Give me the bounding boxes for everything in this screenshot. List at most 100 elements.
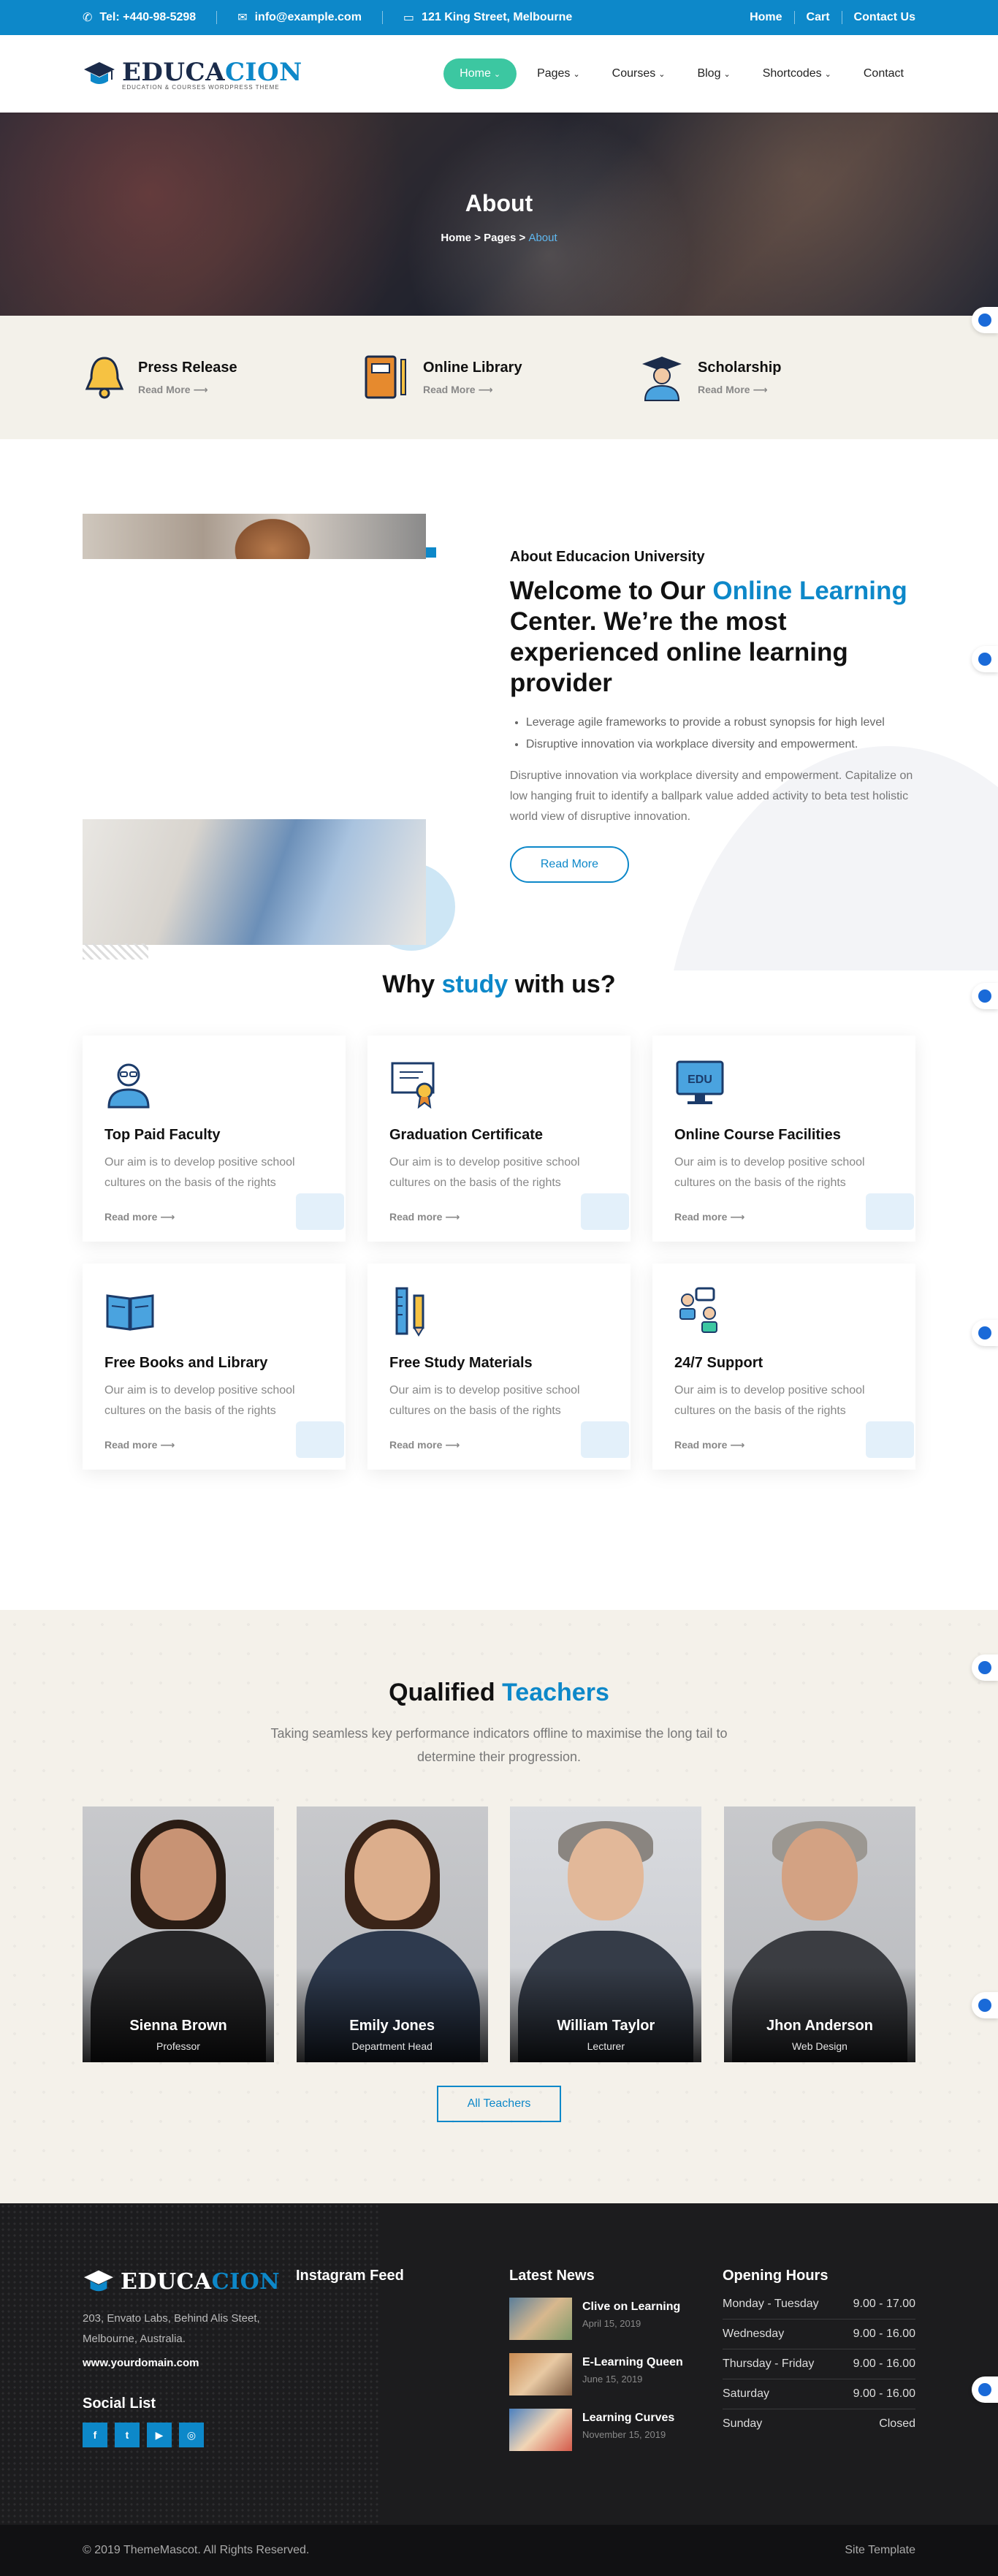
- divider: [793, 11, 795, 24]
- read-more-link[interactable]: Read more ⟶: [104, 1211, 324, 1223]
- top-bar: ✆ Tel: +440-98-5298 ✉ info@example.com ▭…: [0, 0, 998, 35]
- teacher-card[interactable]: Emily Jones Department Head: [296, 1806, 488, 2062]
- nav-item-home[interactable]: Home ⌄: [443, 58, 517, 89]
- news-thumbnail: [509, 2353, 572, 2395]
- email-contact[interactable]: ✉ info@example.com: [237, 10, 362, 25]
- envelope-icon: ✉: [237, 12, 248, 24]
- feature-title: Press Release: [138, 359, 237, 376]
- teacher-role: Department Head: [351, 2040, 433, 2052]
- footer-logo[interactable]: EDUCACION: [83, 2268, 296, 2295]
- news-item[interactable]: Learning Curves November 15, 2019: [509, 2409, 723, 2451]
- breadcrumb-home[interactable]: Home: [441, 232, 471, 244]
- feature-card: Top Paid Faculty Our aim is to develop p…: [83, 1036, 346, 1242]
- card-text: Our aim is to develop positive school cu…: [674, 1156, 865, 1189]
- topbar-link-cart[interactable]: Cart: [807, 11, 830, 24]
- teacher-name: Emily Jones: [349, 2018, 435, 2034]
- hours-row: Sunday Closed: [723, 2417, 915, 2430]
- teacher-card[interactable]: Jhon Anderson Web Design: [723, 1806, 915, 2062]
- divider: [216, 11, 218, 24]
- arrow-right-icon: ⟶: [730, 1211, 745, 1223]
- nav-item-contact[interactable]: Contact: [852, 58, 915, 89]
- section-subtitle: Taking seamless key performance indicato…: [270, 1726, 728, 1764]
- logo-text-b: CION: [225, 57, 302, 87]
- floating-chat-icon[interactable]: [972, 1992, 998, 2018]
- news-title: Clive on Learning: [582, 2300, 681, 2313]
- news-thumbnail: [509, 2409, 572, 2451]
- footer-website-link[interactable]: www.yourdomain.com: [83, 2357, 296, 2369]
- book-watermark-icon: [581, 1421, 629, 1458]
- news-item[interactable]: Clive on Learning April 15, 2019: [509, 2298, 723, 2340]
- topbar-link-home[interactable]: Home: [750, 11, 782, 24]
- news-thumbnail: [509, 2298, 572, 2340]
- read-more-link[interactable]: Read more ⟶: [674, 1211, 894, 1223]
- footer-address: 203, Envato Labs, Behind Alis Steet, Mel…: [83, 2312, 260, 2345]
- svg-text:EDU: EDU: [687, 1074, 712, 1086]
- all-teachers-button[interactable]: All Teachers: [436, 2086, 562, 2122]
- teachers-section: Qualified Teachers Taking seamless key p…: [0, 1610, 998, 2203]
- accent-square: [426, 547, 436, 558]
- read-more-link[interactable]: Read more ⟶: [389, 1211, 609, 1223]
- arrow-right-icon: ⟶: [730, 1439, 745, 1451]
- read-more-link[interactable]: Read More ⟶: [698, 384, 781, 396]
- floating-chat-icon[interactable]: [972, 2376, 998, 2403]
- logo-text-a: EDUCA: [122, 57, 225, 87]
- feature-press-release: Press Release Read More ⟶: [83, 354, 360, 402]
- main-nav: Home ⌄ Pages ⌄ Courses ⌄ Blog ⌄ Shortcodes ⌄ …: [443, 58, 915, 89]
- arrow-right-icon: ⟶: [160, 1439, 175, 1451]
- feature-online-library: Online Library Read More ⟶: [360, 354, 638, 402]
- site-template-link[interactable]: Site Template: [845, 2544, 915, 2557]
- chevron-down-icon: ⌄: [493, 69, 501, 79]
- feature-title: Scholarship: [698, 359, 782, 376]
- chevron-down-icon: ⌄: [573, 69, 580, 79]
- news-item[interactable]: E-Learning Queen June 15, 2019: [509, 2353, 723, 2395]
- phone-contact[interactable]: ✆ Tel: +440-98-5298: [83, 10, 196, 25]
- floating-chat-icon[interactable]: [972, 646, 998, 672]
- professor-icon: [107, 1063, 150, 1109]
- floating-chat-icon[interactable]: [972, 1320, 998, 1346]
- nav-item-blog[interactable]: Blog ⌄: [685, 58, 742, 89]
- map-icon: ▭: [403, 12, 415, 24]
- teacher-card[interactable]: Sienna Brown Professor: [83, 1806, 274, 2062]
- teacher-role: Professor: [156, 2040, 200, 2052]
- topbar-link-contact[interactable]: Contact Us: [854, 11, 915, 24]
- read-more-link[interactable]: Read more ⟶: [389, 1439, 609, 1451]
- floating-chat-icon[interactable]: [972, 1654, 998, 1681]
- instagram-icon[interactable]: ◎: [179, 2423, 204, 2447]
- facebook-icon[interactable]: f: [83, 2423, 107, 2447]
- floating-chat-icon[interactable]: [972, 983, 998, 1009]
- read-more-link[interactable]: Read More ⟶: [423, 384, 522, 396]
- book-watermark-icon: [866, 1193, 914, 1230]
- card-title: Online Course Facilities: [674, 1127, 841, 1143]
- youtube-icon[interactable]: ▶: [147, 2423, 172, 2447]
- card-text: Our aim is to develop positive school cu…: [104, 1384, 295, 1417]
- arrow-right-icon: ⟶: [160, 1211, 175, 1223]
- read-more-link[interactable]: Read more ⟶: [674, 1439, 894, 1451]
- read-more-link[interactable]: Read More ⟶: [138, 384, 237, 396]
- teacher-card[interactable]: William Taylor Lecturer: [510, 1806, 702, 2062]
- about-images: [83, 439, 510, 970]
- arrow-right-icon: ⟶: [193, 383, 208, 395]
- copyright-bar: © 2019 ThemeMascot. All Rights Reserved.…: [0, 2525, 998, 2576]
- chevron-down-icon: ⌄: [824, 69, 831, 79]
- news-title: Learning Curves: [582, 2412, 675, 2424]
- nav-item-pages[interactable]: Pages ⌄: [525, 58, 592, 89]
- site-logo[interactable]: EDUCACION EDUCATION & COURSES WORDPRESS …: [83, 58, 302, 91]
- about-bullets: Leverage agile frameworks to provide a r…: [510, 712, 915, 756]
- news-title: E-Learning Queen: [582, 2356, 683, 2368]
- card-title: Top Paid Faculty: [104, 1127, 221, 1143]
- breadcrumb-pages[interactable]: Pages: [484, 232, 516, 244]
- twitter-icon[interactable]: t: [115, 2423, 140, 2447]
- book-watermark-icon: [581, 1193, 629, 1230]
- floating-chat-icon[interactable]: [972, 307, 998, 333]
- read-more-button[interactable]: Read More: [509, 846, 630, 883]
- about-image-top: [83, 514, 426, 559]
- feature-card: 24/7 Support Our aim is to develop posit…: [652, 1264, 915, 1470]
- read-more-link[interactable]: Read more ⟶: [104, 1439, 324, 1451]
- card-title: Graduation Certificate: [389, 1127, 544, 1143]
- arrow-right-icon: ⟶: [445, 1439, 460, 1451]
- feature-card: Free Books and Library Our aim is to dev…: [83, 1264, 346, 1470]
- nav-item-courses[interactable]: Courses ⌄: [601, 58, 677, 89]
- nav-item-shortcodes[interactable]: Shortcodes ⌄: [751, 58, 843, 89]
- card-title: Free Study Materials: [389, 1355, 533, 1371]
- hours-row: Saturday 9.00 - 16.00: [723, 2379, 915, 2409]
